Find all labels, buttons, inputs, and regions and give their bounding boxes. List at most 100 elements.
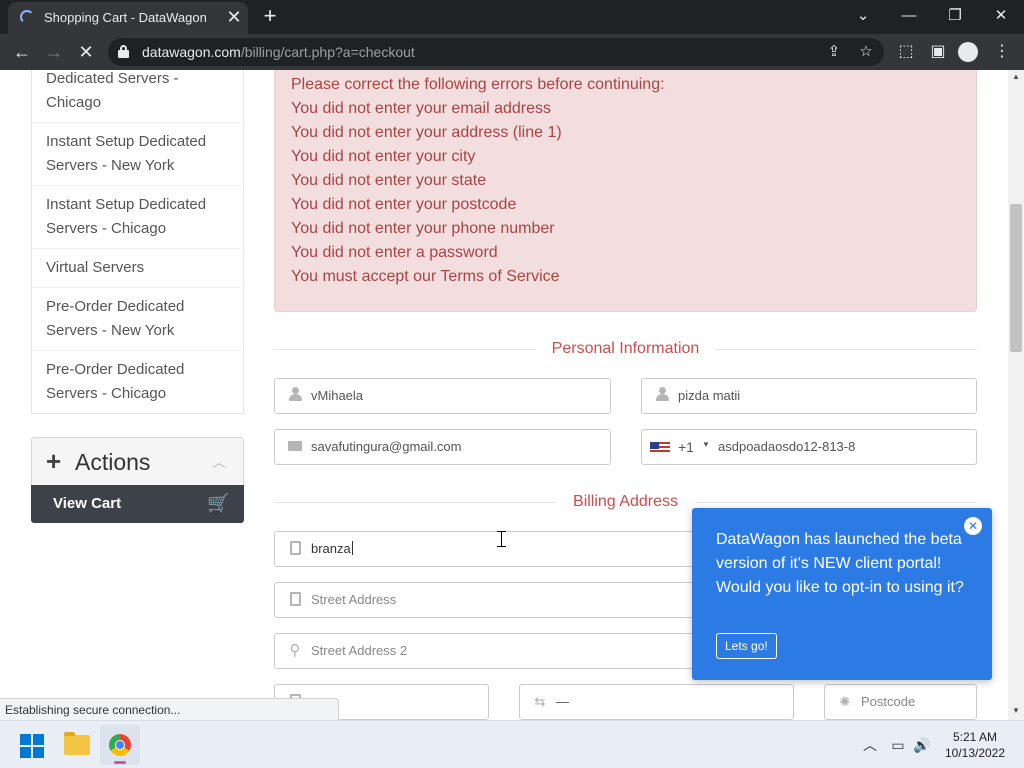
actions-header[interactable]: + Actions ︿ <box>32 438 243 485</box>
menu-kebab-icon[interactable]: ⋮ <box>990 40 1014 64</box>
share-icon[interactable]: ⇪ <box>824 42 844 62</box>
actions-title: Actions <box>75 449 151 475</box>
sidebar-item[interactable]: Dedicated Servers - Chicago <box>32 70 243 123</box>
alert-error-item: You did not enter your address (line 1) <box>291 124 562 141</box>
dial-code: +1 <box>678 439 694 455</box>
sidebar-item[interactable]: Pre-Order Dedicated Servers - Chicago <box>32 351 243 413</box>
restore-button[interactable]: ❐ <box>932 0 978 32</box>
plus-icon: + <box>46 446 62 476</box>
windows-taskbar: ︿ ▭ 🔊 5:21 AM 10/13/2022 <box>0 720 1024 768</box>
close-tab-icon[interactable]: ✕ <box>224 7 244 27</box>
map-marker-icon: ⚲ <box>289 642 301 659</box>
volume-icon[interactable]: 🔊 <box>912 735 932 755</box>
building-icon <box>287 591 303 609</box>
building-icon <box>287 540 303 558</box>
chevron-up-icon[interactable]: ︿ <box>212 452 226 472</box>
category-list: Dedicated Servers - Chicago Instant Setu… <box>31 70 244 414</box>
alert-error-item: You did not enter your city <box>291 148 476 165</box>
user-icon <box>654 387 670 405</box>
profile-avatar[interactable] <box>958 42 978 62</box>
error-alert: Please correct the following errors befo… <box>274 70 977 312</box>
phone-value: asdpoadaosdo12-813-8 <box>718 439 856 454</box>
user-icon <box>287 387 303 405</box>
beta-portal-popup: ✕ DataWagon has launched the beta versio… <box>692 508 992 680</box>
bookmark-star-icon[interactable]: ☆ <box>856 42 876 62</box>
country-code-dropdown[interactable]: +1 ▼ <box>650 438 712 458</box>
alert-error-item: You must accept our Terms of Service <box>291 268 560 285</box>
popup-message: DataWagon has launched the beta version … <box>716 531 964 596</box>
page-viewport: Dedicated Servers - Chicago Instant Setu… <box>0 70 1008 720</box>
first-name-field[interactable]: vMihaela <box>274 378 611 414</box>
alert-error-item: You did not enter a password <box>291 244 498 261</box>
close-window-button[interactable]: ✕ <box>978 0 1024 32</box>
clock-date: 10/13/2022 <box>944 746 1006 760</box>
lets-go-button[interactable]: Lets go! <box>716 633 777 659</box>
phone-field[interactable]: +1 ▼ asdpoadaosdo12-813-8 <box>641 429 977 465</box>
scroll-up-arrow-icon[interactable]: ▲ <box>1012 72 1020 81</box>
new-tab-button[interactable]: + <box>258 5 282 29</box>
last-name-field[interactable]: pizda matii <box>641 378 977 414</box>
text-cursor-icon <box>497 531 506 547</box>
extensions-icon[interactable]: ⬚ <box>894 40 918 64</box>
browser-toolbar: ← → ✕ datawagon.com/billing/cart.php?a=c… <box>0 34 1024 70</box>
status-text: Establishing secure connection... <box>5 703 181 717</box>
envelope-icon <box>287 438 303 456</box>
active-indicator <box>114 761 126 764</box>
caret-down-icon: ▼ <box>702 440 710 449</box>
street-address-2-placeholder: Street Address 2 <box>311 643 408 658</box>
signpost-icon: ⇆ <box>534 694 546 709</box>
postcode-placeholder: Postcode <box>861 694 916 709</box>
minimize-button[interactable]: — <box>886 0 932 32</box>
sidebar-item[interactable]: Instant Setup Dedicated Servers - Chicag… <box>32 186 243 249</box>
close-icon[interactable]: ✕ <box>964 517 982 535</box>
company-name-value: branza <box>311 541 353 556</box>
address-bar[interactable]: datawagon.com/billing/cart.php?a=checkou… <box>108 38 884 66</box>
first-name-value: vMihaela <box>311 388 364 403</box>
chrome-taskbar-button[interactable] <box>100 725 140 765</box>
back-button[interactable]: ← <box>10 40 34 64</box>
certificate-icon: ✺ <box>839 694 851 709</box>
tab-title: Shopping Cart - DataWagon <box>44 10 207 25</box>
alert-error-item: You did not enter your state <box>291 172 487 189</box>
browser-tab-strip: Shopping Cart - DataWagon ✕ + ⌄ — ❐ ✕ <box>0 0 1024 34</box>
postcode-field[interactable]: ✺ Postcode <box>824 684 977 720</box>
status-bubble: Establishing secure connection... <box>0 698 339 720</box>
sidebar-item[interactable]: Pre-Order Dedicated Servers - New York <box>32 288 243 351</box>
lock-icon[interactable] <box>118 45 129 58</box>
clock-time: 5:21 AM <box>952 730 998 744</box>
view-cart-label: View Cart <box>53 495 122 512</box>
page-scrollbar[interactable]: ▲ ▼ <box>1008 70 1024 720</box>
tab-search-icon[interactable]: ⌄ <box>840 0 886 32</box>
alert-error-item: You did not enter your phone number <box>291 220 555 237</box>
alert-error-item: You did not enter your postcode <box>291 196 517 213</box>
side-panel-icon[interactable]: ▣ <box>926 40 950 64</box>
scroll-down-arrow-icon[interactable]: ▼ <box>1012 706 1020 715</box>
forward-button[interactable]: → <box>42 40 66 64</box>
windows-start-icon[interactable] <box>20 734 44 758</box>
shopping-cart-icon: 🛒 <box>207 493 230 513</box>
sidebar-item[interactable]: Virtual Servers <box>32 249 243 288</box>
state-select[interactable]: ⇆ — <box>519 684 794 720</box>
url-text[interactable]: datawagon.com/billing/cart.php?a=checkou… <box>142 44 415 60</box>
section-title: Personal Information <box>551 340 700 357</box>
us-flag-icon <box>650 442 670 454</box>
network-icon[interactable]: ▭ <box>888 735 908 755</box>
alert-heading: Please correct the following errors befo… <box>291 76 665 93</box>
email-field[interactable]: savafutingura@gmail.com <box>274 429 611 465</box>
personal-info-heading: Personal Information <box>274 340 977 360</box>
chrome-icon <box>109 734 131 756</box>
stop-loading-button[interactable]: ✕ <box>74 40 98 64</box>
browser-tab[interactable]: Shopping Cart - DataWagon ✕ <box>8 2 248 34</box>
file-explorer-icon[interactable] <box>64 732 90 755</box>
street-address-placeholder: Street Address <box>311 592 397 607</box>
loading-spinner-icon <box>20 10 34 24</box>
taskbar-clock[interactable]: 5:21 AM 10/13/2022 <box>940 729 1010 761</box>
last-name-value: pizda matii <box>678 388 741 403</box>
scrollbar-thumb[interactable] <box>1010 204 1022 352</box>
actions-panel: + Actions ︿ View Cart 🛒 <box>31 437 244 523</box>
view-cart-button[interactable]: View Cart 🛒 <box>31 485 244 523</box>
state-value: — <box>556 694 569 709</box>
chevron-up-icon[interactable]: ︿ <box>860 735 880 755</box>
sidebar-item[interactable]: Instant Setup Dedicated Servers - New Yo… <box>32 123 243 186</box>
email-value: savafutingura@gmail.com <box>311 439 462 454</box>
